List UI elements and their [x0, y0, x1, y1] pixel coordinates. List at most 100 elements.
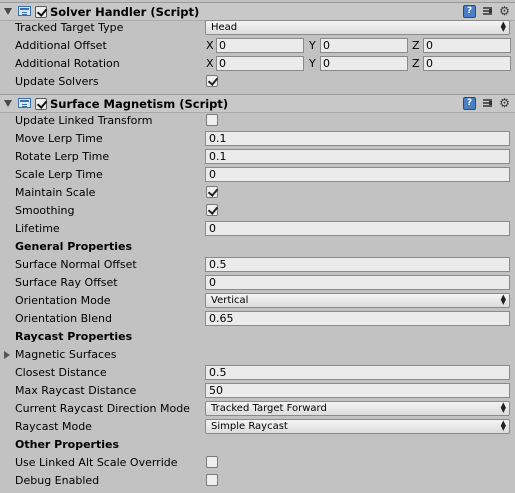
field-label: Orientation Blend [15, 312, 112, 325]
foldout-arrow-icon[interactable] [4, 100, 12, 107]
update-solvers-checkbox[interactable] [206, 75, 218, 87]
orientation-mode-row: Orientation Mode Vertical ▲ ▼ [0, 292, 515, 310]
dropdown-value: Simple Raycast [211, 421, 288, 432]
orientation-blend-row: Orientation Blend 0.65 [0, 310, 515, 328]
surface-magnetism-header[interactable]: Surface Magnetism (Script) ? ⚙ [0, 94, 515, 113]
offset-x-field[interactable]: 0 [216, 38, 304, 53]
rotation-y-field[interactable]: 0 [320, 56, 408, 71]
component-title: Solver Handler (Script) [50, 5, 200, 19]
orientation-mode-dropdown[interactable]: Vertical ▲ ▼ [205, 293, 510, 308]
foldout-arrow-icon[interactable] [4, 8, 12, 15]
gear-icon[interactable]: ⚙ [498, 5, 511, 18]
smoothing-row: Smoothing [0, 202, 515, 220]
debug-enabled-checkbox[interactable] [206, 474, 218, 486]
field-label: Update Linked Transform [15, 114, 153, 127]
field-label: Surface Normal Offset [15, 258, 137, 271]
solver-handler-enabled-checkbox[interactable] [35, 6, 47, 18]
field-label: Maintain Scale [15, 186, 96, 199]
expand-arrow-icon[interactable] [4, 351, 10, 359]
script-icon [18, 98, 31, 108]
gear-icon[interactable]: ⚙ [498, 97, 511, 110]
scale-lerp-time-field[interactable]: 0 [205, 167, 510, 182]
script-icon [18, 6, 31, 16]
field-label: Move Lerp Time [15, 132, 103, 145]
preset-icon[interactable] [481, 5, 494, 18]
max-raycast-distance-field[interactable]: 50 [205, 383, 510, 398]
rotation-x-field[interactable]: 0 [216, 56, 304, 71]
field-label: Additional Rotation [15, 57, 120, 70]
move-lerp-time-field[interactable]: 0.1 [205, 131, 510, 146]
surface-normal-offset-row: Surface Normal Offset 0.5 [0, 256, 515, 274]
field-label: Orientation Mode [15, 294, 111, 307]
smoothing-checkbox[interactable] [206, 204, 218, 216]
tracked-target-type-row: Tracked Target Type Head ▲ ▼ [0, 19, 515, 37]
x-axis-label: X [206, 39, 214, 52]
z-axis-label: Z [412, 57, 420, 70]
dropdown-arrows-icon: ▲ ▼ [500, 401, 506, 414]
field-label: Current Raycast Direction Mode [15, 402, 190, 415]
field-label: Scale Lerp Time [15, 168, 103, 181]
general-properties-heading: General Properties [15, 240, 133, 253]
lifetime-row: Lifetime 0 [0, 220, 515, 238]
y-axis-label: Y [309, 39, 316, 52]
field-label: Raycast Mode [15, 420, 92, 433]
current-raycast-direction-mode-row: Current Raycast Direction Mode Tracked T… [0, 400, 515, 418]
field-label: Surface Ray Offset [15, 276, 118, 289]
field-label: Closest Distance [15, 366, 107, 379]
field-label: Lifetime [15, 222, 60, 235]
field-label: Magnetic Surfaces [15, 348, 117, 361]
surface-magnetism-enabled-checkbox[interactable] [35, 98, 47, 110]
tracked-target-type-dropdown[interactable]: Head ▲ ▼ [205, 20, 510, 35]
update-linked-transform-row: Update Linked Transform [0, 112, 515, 130]
field-label: Rotate Lerp Time [15, 150, 110, 163]
orientation-blend-field[interactable]: 0.65 [205, 311, 510, 326]
additional-rotation-row: Additional Rotation X 0 Y 0 Z 0 [0, 55, 515, 73]
raycast-mode-row: Raycast Mode Simple Raycast ▲ ▼ [0, 418, 515, 436]
dropdown-value: Tracked Target Forward [211, 403, 327, 414]
surface-ray-offset-row: Surface Ray Offset 0 [0, 274, 515, 292]
closest-distance-field[interactable]: 0.5 [205, 365, 510, 380]
update-linked-transform-checkbox[interactable] [206, 114, 218, 126]
rotate-lerp-time-row: Rotate Lerp Time 0.1 [0, 148, 515, 166]
dropdown-arrows-icon: ▲ ▼ [500, 419, 506, 432]
maintain-scale-checkbox[interactable] [206, 186, 218, 198]
scale-lerp-time-row: Scale Lerp Time 0 [0, 166, 515, 184]
max-raycast-distance-row: Max Raycast Distance 50 [0, 382, 515, 400]
use-linked-alt-scale-override-checkbox[interactable] [206, 456, 218, 468]
magnetic-surfaces-row[interactable]: Magnetic Surfaces [0, 346, 515, 364]
raycast-mode-dropdown[interactable]: Simple Raycast ▲ ▼ [205, 419, 510, 434]
component-title: Surface Magnetism (Script) [50, 97, 229, 111]
lifetime-field[interactable]: 0 [205, 221, 510, 236]
closest-distance-row: Closest Distance 0.5 [0, 364, 515, 382]
move-lerp-time-row: Move Lerp Time 0.1 [0, 130, 515, 148]
help-icon[interactable]: ? [463, 97, 476, 110]
field-label: Debug Enabled [15, 474, 100, 487]
update-solvers-row: Update Solvers [0, 73, 515, 91]
use-linked-alt-scale-override-row: Use Linked Alt Scale Override [0, 454, 515, 472]
x-axis-label: X [206, 57, 214, 70]
help-icon[interactable]: ? [463, 5, 476, 18]
dropdown-value: Vertical [211, 295, 249, 306]
raycast-direction-mode-dropdown[interactable]: Tracked Target Forward ▲ ▼ [205, 401, 510, 416]
maintain-scale-row: Maintain Scale [0, 184, 515, 202]
z-axis-label: Z [412, 39, 420, 52]
offset-y-field[interactable]: 0 [320, 38, 408, 53]
debug-enabled-row: Debug Enabled [0, 472, 515, 490]
field-label: Additional Offset [15, 39, 107, 52]
rotation-z-field[interactable]: 0 [423, 56, 511, 71]
field-label: Update Solvers [15, 75, 99, 88]
field-label: Use Linked Alt Scale Override [15, 456, 178, 469]
surface-normal-offset-field[interactable]: 0.5 [205, 257, 510, 272]
surface-ray-offset-field[interactable]: 0 [205, 275, 510, 290]
additional-offset-row: Additional Offset X 0 Y 0 Z 0 [0, 37, 515, 55]
y-axis-label: Y [309, 57, 316, 70]
offset-z-field[interactable]: 0 [423, 38, 511, 53]
field-label: Tracked Target Type [15, 21, 124, 34]
rotate-lerp-time-field[interactable]: 0.1 [205, 149, 510, 164]
dropdown-arrows-icon: ▲ ▼ [500, 20, 506, 33]
field-label: Max Raycast Distance [15, 384, 137, 397]
preset-icon[interactable] [481, 97, 494, 110]
raycast-properties-heading: Raycast Properties [15, 330, 133, 343]
dropdown-value: Head [211, 22, 238, 33]
dropdown-arrows-icon: ▲ ▼ [500, 293, 506, 306]
